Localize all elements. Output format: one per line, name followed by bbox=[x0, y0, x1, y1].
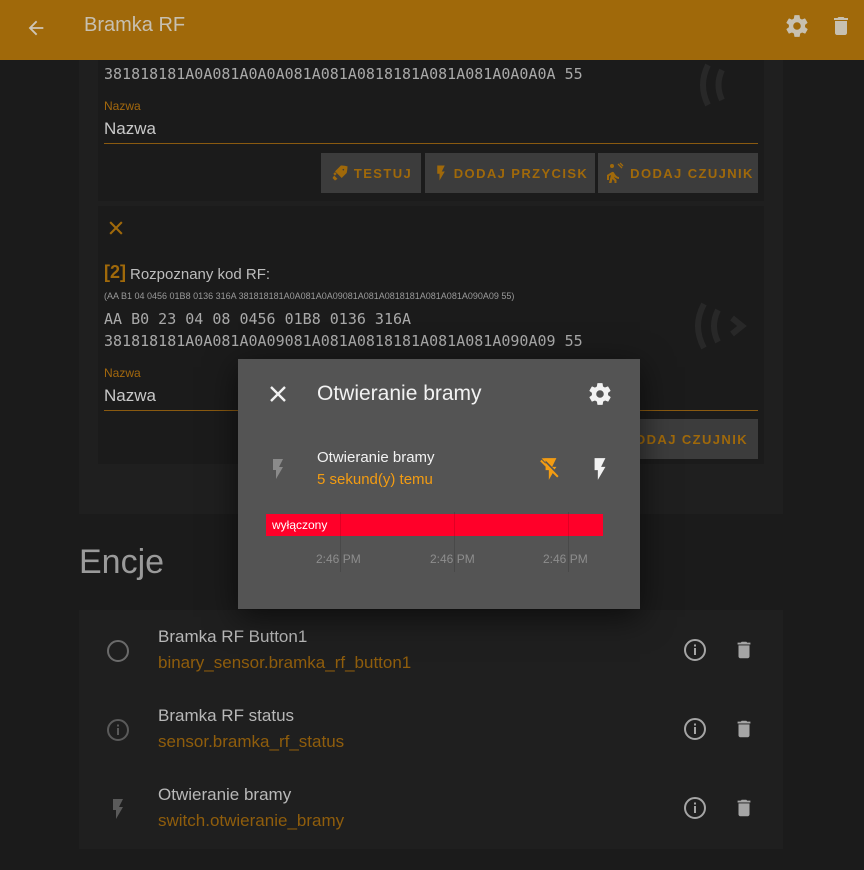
entity-id: sensor.bramka_rf_status bbox=[158, 732, 345, 751]
add-sensor-label: ODAJ CZUJNIK bbox=[635, 431, 748, 447]
rocket-icon bbox=[332, 165, 348, 181]
entity-row[interactable]: Bramka RF Button1 binary_sensor.bramka_r… bbox=[79, 610, 783, 689]
entity-name: Bramka RF Button1 bbox=[158, 627, 308, 646]
info-icon[interactable] bbox=[683, 796, 707, 820]
timeline-tick-label: 2:46 PM bbox=[543, 552, 588, 566]
app-header: Bramka RF bbox=[0, 0, 864, 60]
flash-icon bbox=[106, 797, 130, 821]
state-bar-label: wyłączony bbox=[272, 518, 328, 532]
rf-watermark-icon bbox=[692, 296, 762, 361]
back-arrow-icon[interactable] bbox=[22, 14, 50, 42]
timeline-tick-label: 2:46 PM bbox=[430, 552, 475, 566]
flash-on-icon[interactable] bbox=[587, 456, 613, 482]
entity-id: switch.otwieranie_bramy bbox=[158, 811, 345, 830]
entities-card: Bramka RF Button1 binary_sensor.bramka_r… bbox=[79, 610, 783, 849]
section-title: Encje bbox=[79, 543, 165, 581]
test-button-label: TESTUJ bbox=[353, 165, 413, 181]
entity-more-info-dialog: Otwieranie bramy Otwieranie bramy 5 seku… bbox=[238, 359, 640, 609]
dialog-entity-name: Otwieranie bramy bbox=[317, 449, 435, 466]
last-changed: 5 sekund(y) temu bbox=[317, 471, 433, 488]
settings-gear-icon[interactable] bbox=[587, 381, 613, 407]
add-sensor-label: DODAJ CZUJNIK bbox=[630, 165, 754, 181]
flash-icon bbox=[266, 457, 290, 481]
settings-gear-icon[interactable] bbox=[784, 13, 812, 41]
delete-trash-icon[interactable] bbox=[829, 13, 855, 41]
code-line-2: 381818181A0A081A0A09081A081A0818181A081A… bbox=[104, 332, 583, 350]
circle-outline-icon bbox=[106, 639, 130, 663]
entity-id: binary_sensor.bramka_rf_button1 bbox=[158, 653, 412, 672]
close-icon[interactable] bbox=[106, 218, 126, 238]
trash-icon[interactable] bbox=[733, 717, 755, 741]
field-underline bbox=[104, 143, 758, 144]
recognized-code-label: Rozpoznany kod RF: bbox=[130, 266, 271, 283]
info-icon[interactable] bbox=[683, 717, 707, 741]
add-sensor-button[interactable]: DODAJ CZUJNIK bbox=[598, 153, 758, 193]
entity-row[interactable]: Otwieranie bramy switch.otwieranie_bramy bbox=[79, 768, 783, 847]
rf-code-entry-1: 381818181A0A081A0A0A081A081A0818181A081A… bbox=[98, 60, 764, 201]
add-button-button[interactable]: DODAJ PRZYCISK bbox=[425, 153, 595, 193]
state-history-timeline[interactable]: wyłączony 2:46 PM 2:46 PM 2:46 PM bbox=[266, 512, 603, 574]
motion-sensor-icon bbox=[607, 162, 624, 183]
entity-name: Otwieranie bramy bbox=[158, 785, 292, 804]
code-index: [2] bbox=[104, 262, 126, 282]
flash-off-icon[interactable] bbox=[538, 456, 564, 482]
add-button-label: DODAJ PRZYCISK bbox=[453, 165, 589, 181]
trash-icon[interactable] bbox=[733, 796, 755, 820]
rf-watermark-icon bbox=[698, 60, 768, 115]
rf-code-line: 381818181A0A081A0A0A081A081A0818181A081A… bbox=[104, 65, 583, 83]
code-line-1: AA B0 23 04 08 0456 01B8 0136 316A bbox=[104, 310, 412, 328]
entity-name: Bramka RF status bbox=[158, 706, 295, 725]
trash-icon[interactable] bbox=[733, 638, 755, 662]
info-icon bbox=[106, 718, 130, 742]
name-field-label: Nazwa bbox=[104, 99, 141, 113]
entity-row[interactable]: Bramka RF status sensor.bramka_rf_status bbox=[79, 689, 783, 768]
name-field-input[interactable]: Nazwa bbox=[104, 119, 156, 139]
name-field-label: Nazwa bbox=[104, 366, 141, 380]
info-icon[interactable] bbox=[683, 638, 707, 662]
close-icon[interactable] bbox=[266, 382, 290, 406]
dialog-title: Otwieranie bramy bbox=[317, 382, 482, 405]
page-title: Bramka RF bbox=[84, 14, 186, 36]
raw-code: (AA B1 04 0456 01B8 0136 316A 381818181A… bbox=[104, 291, 515, 301]
test-button[interactable]: TESTUJ bbox=[321, 153, 421, 193]
flash-icon bbox=[437, 165, 445, 181]
name-field-input[interactable]: Nazwa bbox=[104, 386, 156, 406]
timeline-tick-label: 2:46 PM bbox=[316, 552, 361, 566]
